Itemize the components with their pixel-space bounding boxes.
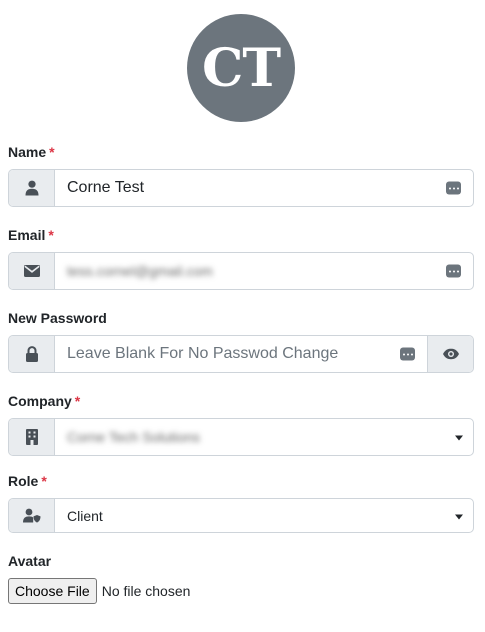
- building-icon: [9, 419, 55, 455]
- avatar-label: Avatar: [8, 553, 52, 569]
- role-select[interactable]: Client: [55, 499, 473, 532]
- envelope-icon: [9, 253, 55, 289]
- email-field[interactable]: tess.cornel@gmail.com: [55, 253, 473, 289]
- chevron-down-icon: [455, 514, 463, 519]
- avatar: CT: [187, 14, 295, 122]
- required-marker: *: [41, 473, 47, 489]
- role-input-group: Client: [8, 498, 474, 533]
- password-label: New Password: [8, 310, 107, 326]
- password-manager-icon[interactable]: [446, 264, 461, 278]
- name-input-group: Corne Test: [8, 169, 474, 207]
- required-marker: *: [48, 227, 54, 243]
- password-input-group: Leave Blank For No Passwod Change: [8, 335, 474, 373]
- password-field[interactable]: Leave Blank For No Passwod Change: [55, 336, 427, 372]
- company-label: Company *: [8, 393, 81, 409]
- required-marker: *: [49, 144, 55, 160]
- name-label: Name *: [8, 144, 55, 160]
- eye-icon: [442, 348, 459, 360]
- email-label: Email *: [8, 227, 54, 243]
- choose-file-button[interactable]: Choose File: [8, 578, 97, 604]
- email-input-group: tess.cornel@gmail.com: [8, 252, 474, 290]
- role-label: Role *: [8, 473, 47, 489]
- password-manager-icon[interactable]: [400, 347, 415, 361]
- avatar-initials: CT: [201, 37, 281, 99]
- password-manager-icon[interactable]: [446, 181, 461, 195]
- user-icon: [9, 170, 55, 206]
- chevron-down-icon: [455, 435, 463, 441]
- company-input-group: Corne Tech Solutions: [8, 418, 474, 456]
- toggle-password-visibility-button[interactable]: [427, 336, 473, 372]
- required-marker: *: [74, 393, 81, 409]
- company-select[interactable]: Corne Tech Solutions: [55, 419, 473, 455]
- file-status-text: No file chosen: [101, 583, 191, 599]
- avatar-file-input: Choose File No file chosen: [8, 578, 190, 604]
- user-shield-icon: [9, 499, 55, 532]
- name-field[interactable]: Corne Test: [55, 170, 473, 206]
- lock-icon: [9, 336, 55, 372]
